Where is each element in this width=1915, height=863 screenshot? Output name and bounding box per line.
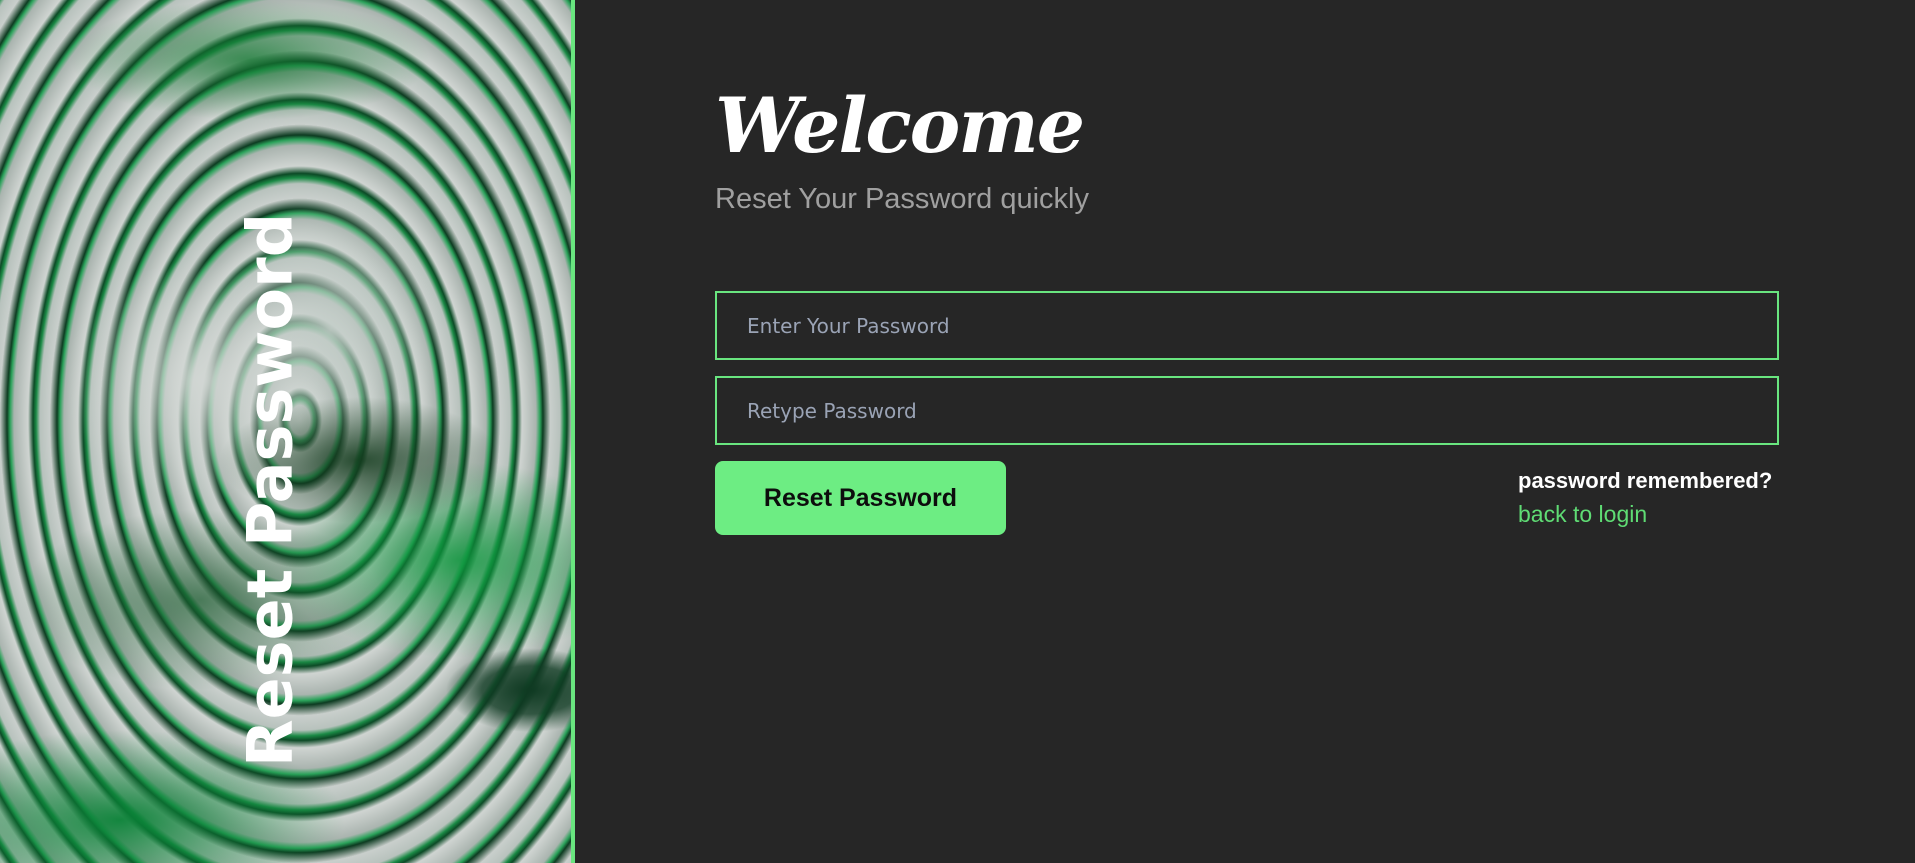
reset-password-page: Reset Password Welcome Reset Your Passwo… [0, 0, 1915, 863]
back-to-login-link[interactable]: back to login [1518, 496, 1780, 532]
password-input[interactable] [715, 291, 1779, 360]
retype-password-input[interactable] [715, 376, 1779, 445]
page-title: Welcome [715, 81, 1085, 170]
hero-image-panel: Reset Password [0, 0, 575, 863]
hero-title: Reset Password [233, 212, 307, 768]
page-subtitle: Reset Your Password quickly [715, 183, 1089, 215]
password-remembered-prompt: password remembered? [1518, 468, 1773, 493]
reset-password-button[interactable]: Reset Password [715, 461, 1006, 535]
login-link-group: password remembered? back to login [1518, 466, 1780, 532]
